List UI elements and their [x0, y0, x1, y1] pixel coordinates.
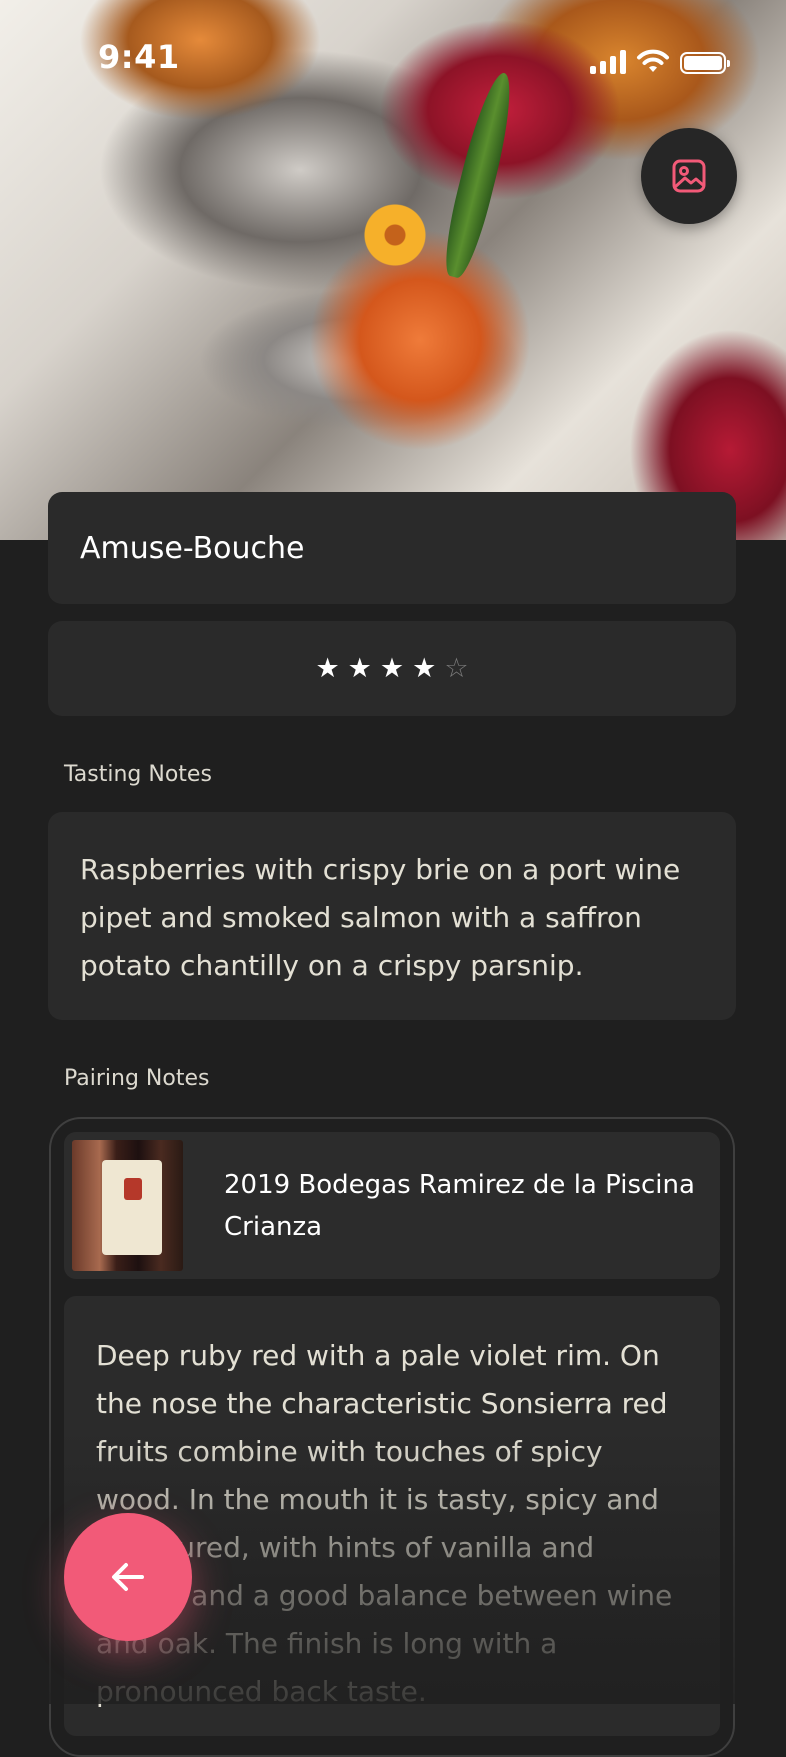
wine-crest-icon: [124, 1178, 142, 1200]
wifi-icon: [637, 49, 669, 72]
pairing-notes-label: Pairing Notes: [64, 1066, 210, 1091]
star-icon-1[interactable]: ★: [315, 655, 339, 682]
arrow-left-icon: [112, 1563, 144, 1591]
battery-icon: [680, 52, 730, 74]
tasting-notes-text: Raspberries with crispy brie on a port w…: [80, 853, 681, 982]
wine-bottle-label: [102, 1160, 162, 1255]
star-icon-4[interactable]: ★: [412, 655, 436, 682]
wine-bottle-image: [72, 1140, 183, 1271]
dish-title: Amuse-Bouche: [80, 530, 305, 566]
rating-stars[interactable]: ★ ★ ★ ★ ☆: [48, 621, 736, 716]
status-time: 9:41: [98, 38, 180, 76]
tasting-notes-label: Tasting Notes: [64, 762, 212, 787]
star-icon-2[interactable]: ★: [348, 655, 372, 682]
star-icon-3[interactable]: ★: [380, 655, 404, 682]
cellular-signal-icon: [590, 50, 626, 74]
wine-notes-field[interactable]: Deep ruby red with a pale violet rim. On…: [64, 1296, 720, 1736]
garnish-flower: [355, 200, 435, 270]
image-icon: [672, 159, 706, 193]
status-icons: [590, 46, 730, 74]
star-icon-5[interactable]: ☆: [444, 655, 468, 682]
change-photo-button[interactable]: [641, 128, 737, 224]
status-bar: 9:41: [0, 0, 786, 110]
dish-title-field[interactable]: Amuse-Bouche: [48, 492, 736, 604]
wine-name: 2019 Bodegas Ramirez de la Piscina Crian…: [224, 1170, 695, 1242]
back-button[interactable]: [64, 1513, 192, 1641]
wine-notes-text: Deep ruby red with a pale violet rim. On…: [96, 1339, 673, 1708]
tasting-notes-field[interactable]: Raspberries with crispy brie on a port w…: [48, 812, 736, 1020]
